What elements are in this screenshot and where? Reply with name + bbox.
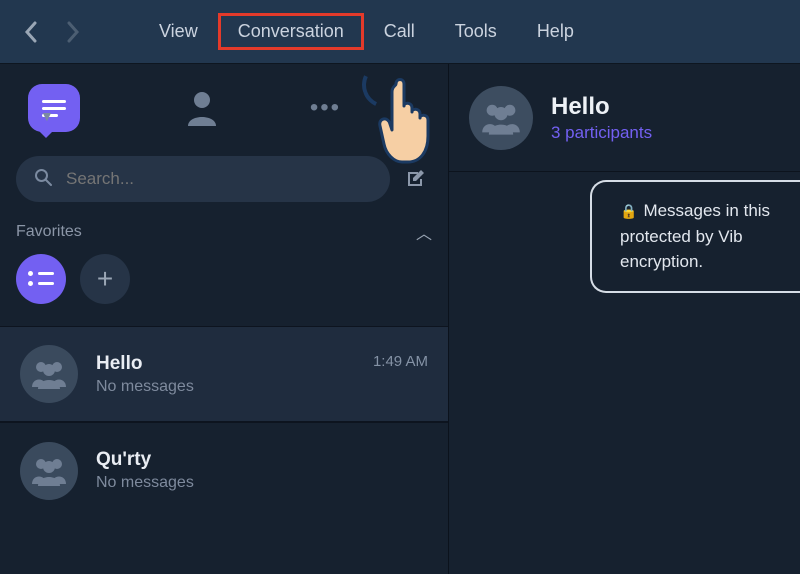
compose-button[interactable] — [398, 162, 432, 196]
content-title: Hello — [551, 93, 652, 121]
content-subtitle[interactable]: 3 participants — [551, 123, 652, 143]
main-area: ▼ ••• — [0, 64, 800, 574]
search-input[interactable] — [66, 169, 372, 189]
conversation-item-qurty[interactable]: Qu'rty No messages — [0, 422, 448, 518]
conversation-name: Qu'rty — [96, 449, 428, 471]
favorites-header[interactable]: Favorites ︿ — [0, 214, 448, 248]
avatar — [20, 442, 78, 500]
sidebar: ▼ ••• — [0, 64, 448, 574]
chevron-up-icon: ︿ — [416, 220, 432, 244]
sidebar-tabs: ▼ ••• — [0, 64, 448, 152]
search-box[interactable] — [16, 156, 390, 202]
conversation-subtitle: No messages — [96, 474, 428, 492]
content-header: Hello 3 participants — [449, 64, 800, 172]
lock-icon: 🔒 — [620, 203, 637, 219]
nav-forward-button[interactable] — [52, 10, 94, 54]
conversation-text: Qu'rty No messages — [96, 449, 428, 492]
nav-back-button[interactable] — [10, 10, 52, 54]
content-header-text: Hello 3 participants — [551, 93, 652, 143]
list-icon — [28, 269, 54, 289]
tab-more[interactable]: ••• — [310, 94, 338, 122]
search-row — [0, 152, 448, 214]
menu-items: View Conversation Call Tools Help — [139, 13, 594, 50]
tab-contacts[interactable] — [184, 87, 220, 129]
favorites-chips: + — [0, 248, 448, 326]
avatar[interactable] — [469, 86, 533, 150]
encryption-notice: 🔒Messages in this protected by Vib encry… — [590, 180, 800, 293]
more-icon: ••• — [310, 94, 341, 122]
group-icon — [30, 456, 68, 486]
conversation-item-hello[interactable]: Hello No messages 1:49 AM — [0, 326, 448, 422]
menu-call[interactable]: Call — [364, 13, 435, 50]
group-icon — [30, 359, 68, 389]
encryption-text: Messages in this protected by Vib encryp… — [620, 201, 775, 271]
search-icon — [34, 168, 52, 191]
avatar — [20, 345, 78, 403]
group-icon — [480, 101, 522, 135]
conversation-subtitle: No messages — [96, 378, 355, 396]
menu-tools[interactable]: Tools — [435, 13, 517, 50]
favorite-add[interactable]: + — [80, 254, 130, 304]
content-pane: Hello 3 participants — [448, 64, 800, 574]
menu-view[interactable]: View — [139, 13, 218, 50]
compose-icon — [404, 168, 426, 190]
menu-conversation[interactable]: Conversation — [218, 13, 364, 50]
person-icon — [186, 90, 218, 126]
favorites-label: Favorites — [16, 223, 82, 241]
tab-chats[interactable] — [28, 84, 80, 132]
plus-icon: + — [97, 263, 113, 295]
conversation-name: Hello — [96, 353, 355, 375]
menubar: View Conversation Call Tools Help — [0, 0, 800, 64]
conversation-text: Hello No messages — [96, 353, 355, 396]
menu-help[interactable]: Help — [517, 13, 594, 50]
chevron-down-icon[interactable]: ▼ — [40, 108, 54, 124]
conversation-time: 1:49 AM — [373, 349, 428, 370]
favorite-mynotes[interactable] — [16, 254, 66, 304]
